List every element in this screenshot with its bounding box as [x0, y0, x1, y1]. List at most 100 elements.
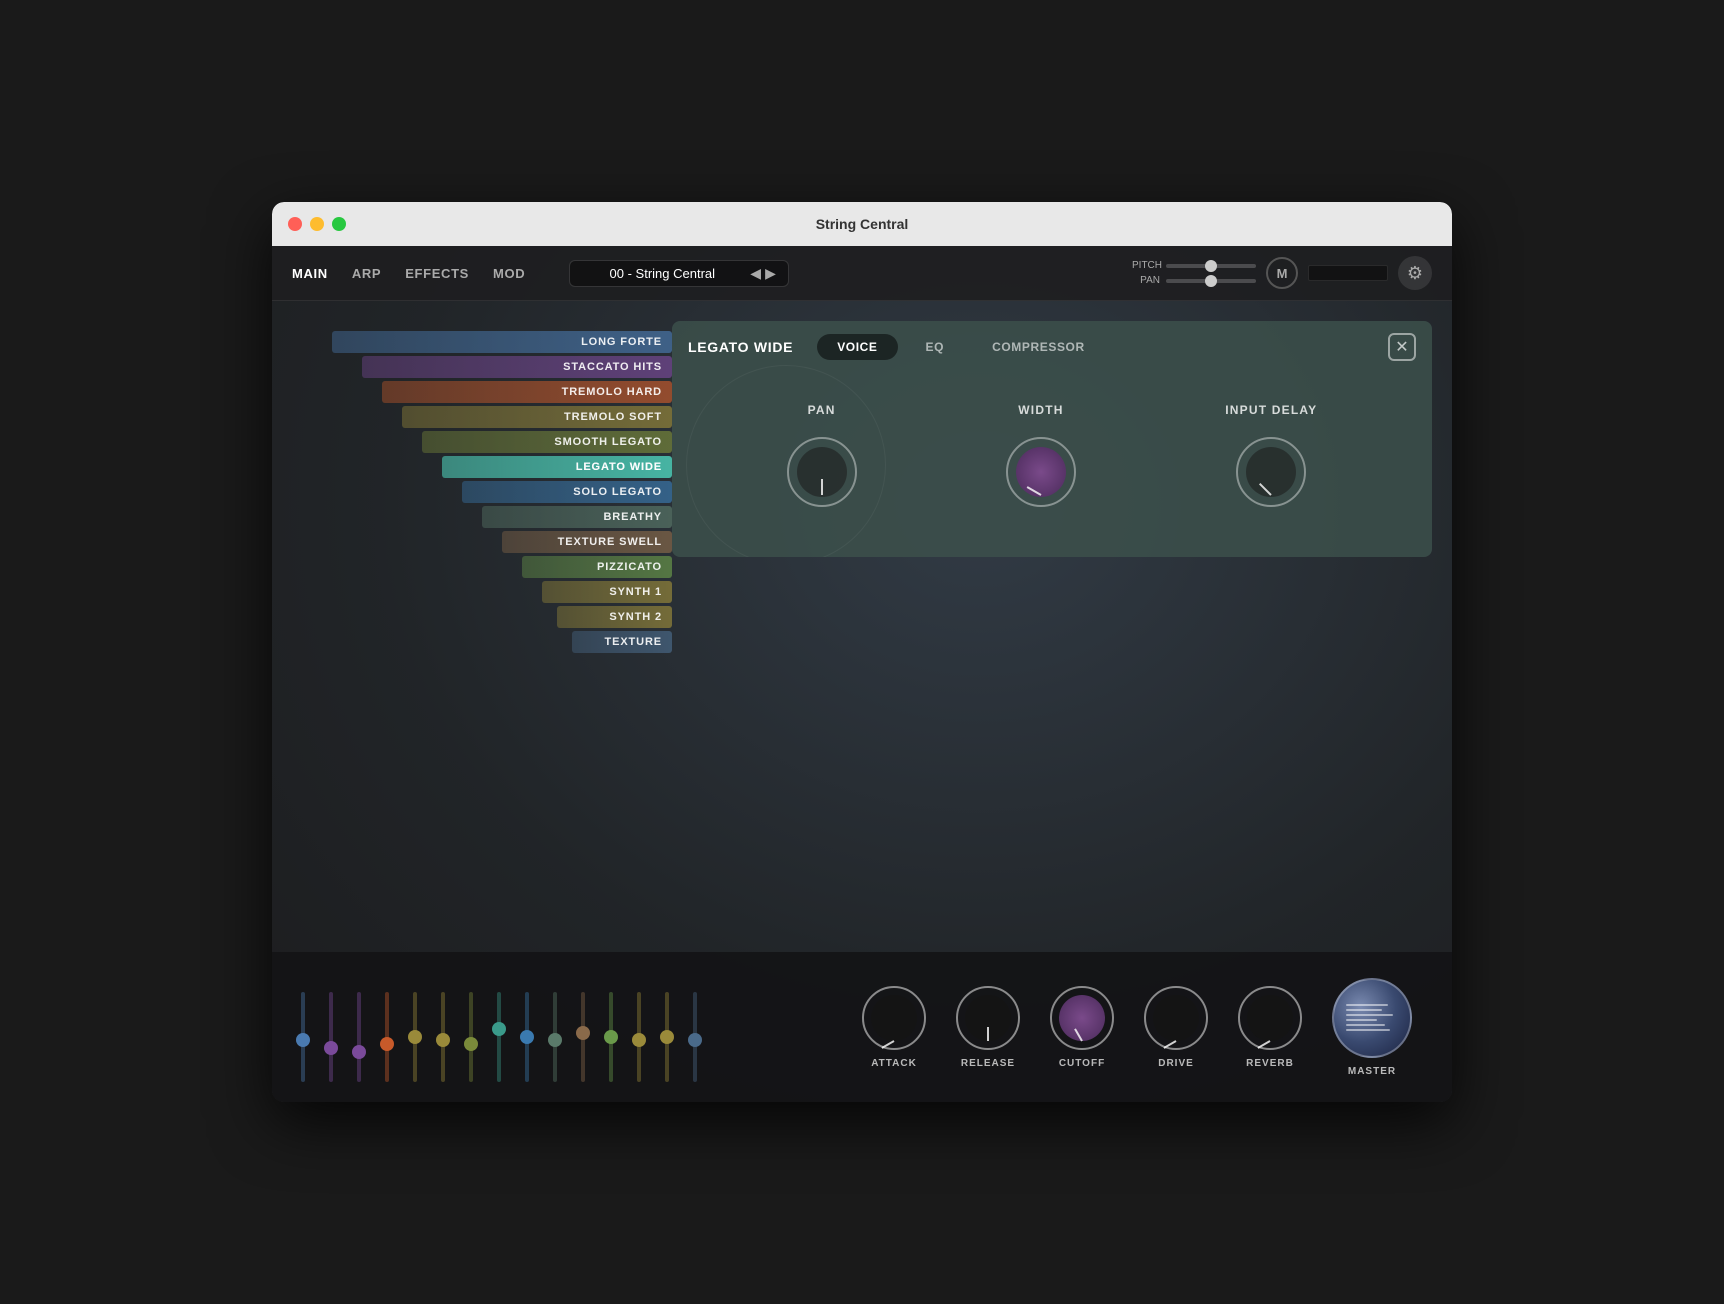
- fader-thumb-0[interactable]: [296, 1033, 310, 1047]
- articulation-label-smooth-legato: SMOOTH LEGATO: [554, 436, 662, 448]
- fader-track-1[interactable]: [329, 992, 333, 1082]
- input-delay-label: INPUT DELAY: [1225, 403, 1317, 417]
- width-knob-tick: [1027, 486, 1042, 496]
- fader-track-6[interactable]: [469, 992, 473, 1082]
- fader-track-9[interactable]: [553, 992, 557, 1082]
- fader-channel-8: [516, 992, 538, 1082]
- articulation-legato-wide[interactable]: LEGATO WIDE: [292, 456, 672, 478]
- bottom-knob-release[interactable]: [956, 986, 1020, 1050]
- fader-thumb-1[interactable]: [324, 1041, 338, 1055]
- window-title: String Central: [816, 216, 909, 232]
- fader-track-4[interactable]: [413, 992, 417, 1082]
- bottom-knob-label-cutoff: CUTOFF: [1059, 1058, 1105, 1069]
- fader-channel-4: [404, 992, 426, 1082]
- bottom-knobs: ATTACKRELEASECUTOFFDRIVEREVERBMASTER: [706, 978, 1432, 1077]
- bottom-knob-attack[interactable]: [862, 986, 926, 1050]
- pan-slider[interactable]: [1166, 279, 1256, 283]
- fader-thumb-12[interactable]: [632, 1033, 646, 1047]
- input-delay-knob[interactable]: [1236, 437, 1306, 507]
- fader-thumb-9[interactable]: [548, 1033, 562, 1047]
- articulation-texture[interactable]: TEXTURE: [292, 631, 672, 653]
- effects-close-button[interactable]: ✕: [1388, 333, 1416, 361]
- fader-thumb-14[interactable]: [688, 1033, 702, 1047]
- fader-thumb-8[interactable]: [520, 1030, 534, 1044]
- articulation-bar-synth-2: SYNTH 2: [557, 606, 672, 628]
- prev-preset-button[interactable]: ◀: [750, 265, 761, 282]
- bottom-knob-label-release: RELEASE: [961, 1058, 1015, 1069]
- fader-channel-0: [292, 992, 314, 1082]
- fader-track-7[interactable]: [497, 992, 501, 1082]
- fader-track-3[interactable]: [385, 992, 389, 1082]
- tab-mod[interactable]: MOD: [493, 262, 525, 285]
- preset-name: 00 - String Central: [582, 266, 742, 281]
- fader-thumb-2[interactable]: [352, 1045, 366, 1059]
- fader-channel-12: [628, 992, 650, 1082]
- fader-track-10[interactable]: [581, 992, 585, 1082]
- fader-channel-2: [348, 992, 370, 1082]
- fader-thumb-5[interactable]: [436, 1033, 450, 1047]
- fader-track-2[interactable]: [357, 992, 361, 1082]
- width-knob[interactable]: [1006, 437, 1076, 507]
- preset-selector[interactable]: 00 - String Central ◀ ▶: [569, 260, 789, 287]
- m-button[interactable]: M: [1266, 257, 1298, 289]
- tab-arp[interactable]: ARP: [352, 262, 381, 285]
- fader-thumb-11[interactable]: [604, 1030, 618, 1044]
- bottom-bar: ATTACKRELEASECUTOFFDRIVEREVERBMASTER: [272, 952, 1452, 1102]
- articulation-long-forte[interactable]: LONG FORTE: [292, 331, 672, 353]
- fader-track-5[interactable]: [441, 992, 445, 1082]
- settings-icon[interactable]: ⚙: [1398, 256, 1432, 290]
- bottom-knob-cutoff[interactable]: [1050, 986, 1114, 1050]
- articulation-synth-1[interactable]: SYNTH 1: [292, 581, 672, 603]
- articulation-pizzicato[interactable]: PIZZICATO: [292, 556, 672, 578]
- articulation-bar-texture-swell: TEXTURE SWELL: [502, 531, 672, 553]
- bottom-knob-drive[interactable]: [1144, 986, 1208, 1050]
- app-window: String Central MAIN ARP EFFECTS MOD 00 -…: [272, 202, 1452, 1102]
- tab-eq[interactable]: EQ: [906, 334, 965, 360]
- next-preset-button[interactable]: ▶: [765, 265, 776, 282]
- articulation-tremolo-soft[interactable]: TREMOLO SOFT: [292, 406, 672, 428]
- tab-voice[interactable]: VOICE: [817, 334, 897, 360]
- minimize-button[interactable]: [310, 217, 324, 231]
- close-button[interactable]: [288, 217, 302, 231]
- articulation-label-synth-2: SYNTH 2: [609, 611, 662, 623]
- pan-knob-tick: [821, 479, 823, 495]
- bottom-knob-reverb[interactable]: [1238, 986, 1302, 1050]
- tab-effects[interactable]: EFFECTS: [405, 262, 469, 285]
- fader-thumb-6[interactable]: [464, 1037, 478, 1051]
- articulation-texture-swell[interactable]: TEXTURE SWELL: [292, 531, 672, 553]
- articulation-solo-legato[interactable]: SOLO LEGATO: [292, 481, 672, 503]
- tab-compressor[interactable]: COMPRESSOR: [972, 334, 1105, 360]
- maximize-button[interactable]: [332, 217, 346, 231]
- tab-main[interactable]: MAIN: [292, 262, 328, 285]
- pitch-slider[interactable]: [1166, 264, 1256, 268]
- bottom-knob-inner-attack: [871, 995, 917, 1041]
- fader-track-11[interactable]: [609, 992, 613, 1082]
- fader-thumb-7[interactable]: [492, 1022, 506, 1036]
- fader-track-14[interactable]: [693, 992, 697, 1082]
- pitch-label: PITCH: [1132, 260, 1160, 271]
- articulation-synth-2[interactable]: SYNTH 2: [292, 606, 672, 628]
- articulation-breathy[interactable]: BREATHY: [292, 506, 672, 528]
- articulation-label-tremolo-soft: TREMOLO SOFT: [564, 411, 662, 423]
- articulation-staccato-hits[interactable]: STACCATO HITS: [292, 356, 672, 378]
- fader-channel-5: [432, 992, 454, 1082]
- master-button[interactable]: [1332, 978, 1412, 1058]
- fader-thumb-3[interactable]: [380, 1037, 394, 1051]
- fader-thumb-10[interactable]: [576, 1026, 590, 1040]
- fader-thumb-4[interactable]: [408, 1030, 422, 1044]
- fader-track-0[interactable]: [301, 992, 305, 1082]
- articulation-smooth-legato[interactable]: SMOOTH LEGATO: [292, 431, 672, 453]
- fader-track-8[interactable]: [525, 992, 529, 1082]
- input-delay-knob-group: INPUT DELAY: [1225, 403, 1317, 507]
- fader-track-12[interactable]: [637, 992, 641, 1082]
- articulation-tremolo-hard[interactable]: TREMOLO HARD: [292, 381, 672, 403]
- width-knob-inner: [1016, 447, 1066, 497]
- articulation-bar-long-forte: LONG FORTE: [332, 331, 672, 353]
- bottom-knob-label-drive: DRIVE: [1158, 1058, 1194, 1069]
- fader-track-13[interactable]: [665, 992, 669, 1082]
- fader-thumb-13[interactable]: [660, 1030, 674, 1044]
- articulation-label-breathy: BREATHY: [603, 511, 662, 523]
- articulation-bar-smooth-legato: SMOOTH LEGATO: [422, 431, 672, 453]
- width-knob-group: WIDTH: [1006, 403, 1076, 507]
- pan-knob[interactable]: [787, 437, 857, 507]
